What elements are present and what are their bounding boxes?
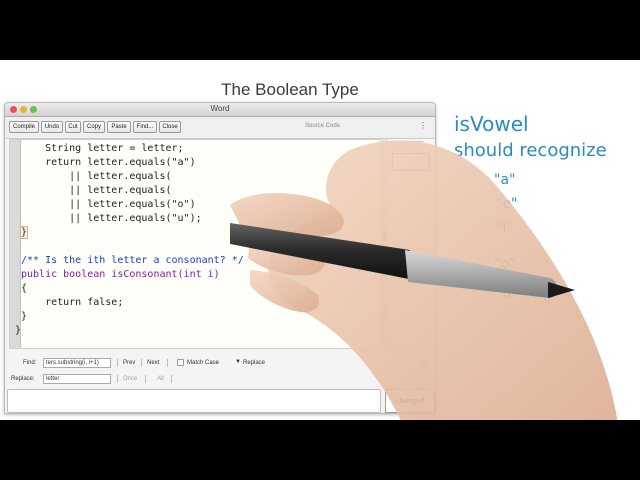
code-line: || letter.equals( [21, 171, 172, 182]
code-line-method-signature: public boolean isConsonant(int i) [21, 269, 220, 280]
separator [141, 359, 142, 367]
status-bar: changed [5, 389, 435, 413]
handwritten-vowel: "o" [494, 256, 516, 272]
code-line-closing-brace: } [19, 226, 380, 240]
window-titlebar: Word [5, 103, 435, 117]
line-gutter [10, 140, 21, 348]
find-input[interactable]: ters.substring(i, i+1) [43, 358, 111, 368]
compile-button[interactable]: Compile [9, 121, 39, 133]
code-area[interactable]: String letter = letter; return letter.eq… [15, 140, 380, 348]
handwritten-vowel: "a" [494, 172, 516, 188]
code-line: || letter.equals("o") [21, 199, 196, 210]
handwritten-vowel: "e" [496, 196, 518, 212]
cut-button[interactable]: Cut [65, 121, 81, 133]
changed-status: changed [385, 389, 435, 413]
replace-toggle[interactable]: Replace [243, 360, 265, 366]
separator [145, 375, 146, 383]
find-label: Find: [23, 360, 37, 366]
find-next-button[interactable]: Next [147, 360, 159, 366]
match-case-label: Match Case [187, 360, 220, 366]
minimap-lines [390, 141, 424, 151]
close-button[interactable]: Close [159, 121, 181, 133]
code-line: { [21, 283, 28, 294]
find-replace-bar: Find: ters.substring(i, i+1) Prev Next M… [5, 357, 435, 387]
code-line: || letter.equals("u"); [21, 213, 202, 224]
separator [117, 359, 118, 367]
lesson-title: The Boolean Type [221, 80, 359, 99]
replace-all-button[interactable]: All [157, 376, 164, 382]
separator [171, 375, 172, 383]
code-line: } [15, 325, 22, 336]
undo-button[interactable]: Undo [41, 121, 63, 133]
code-overview-minimap[interactable] [387, 139, 433, 349]
window-title: Word [210, 104, 230, 113]
copy-button[interactable]: Copy [83, 121, 105, 133]
bluej-editor-window: Word Compile Undo Cut Copy Paste Find...… [4, 102, 436, 414]
handwritten-subtitle: should recognize [454, 140, 607, 161]
replace-once-button[interactable]: Once [123, 376, 137, 382]
separator [167, 359, 168, 367]
find-button[interactable]: Find... [133, 121, 157, 133]
matched-brace: } [19, 226, 29, 239]
separator [117, 375, 118, 383]
replace-input[interactable]: letter [43, 374, 111, 384]
message-area [7, 389, 381, 413]
handwritten-vowel: "u" [496, 286, 518, 302]
handwritten-title: isVowel [454, 112, 529, 136]
code-line: return letter.equals("a") [21, 157, 196, 168]
close-find-icon[interactable]: × [419, 361, 427, 369]
code-line: String letter = letter; [21, 143, 184, 154]
replace-label: Replace: [11, 376, 35, 382]
match-case-checkbox[interactable] [177, 359, 184, 366]
code-line: return false; [21, 297, 124, 308]
paste-button[interactable]: Paste [107, 121, 131, 133]
code-line-comment: /** Is the ith letter a consonant? */ [21, 255, 244, 266]
editor-toolbar: Compile Undo Cut Copy Paste Find... Clos… [5, 117, 435, 139]
video-frame: The Boolean Type Word Compile Undo Cut C… [0, 60, 640, 420]
handwritten-vowel: "i" [496, 220, 513, 236]
code-line: } [21, 311, 28, 322]
code-line: || letter.equals( [21, 185, 172, 196]
find-prev-button[interactable]: Prev [123, 360, 135, 366]
minimap-viewport[interactable] [392, 153, 430, 171]
source-code-selector[interactable]: Source Code [305, 123, 340, 129]
more-options-icon[interactable]: ⋮ [419, 121, 427, 130]
code-editor[interactable]: String letter = letter; return letter.eq… [9, 139, 381, 349]
replace-toggle-triangle-icon[interactable]: ▼ [235, 359, 241, 365]
